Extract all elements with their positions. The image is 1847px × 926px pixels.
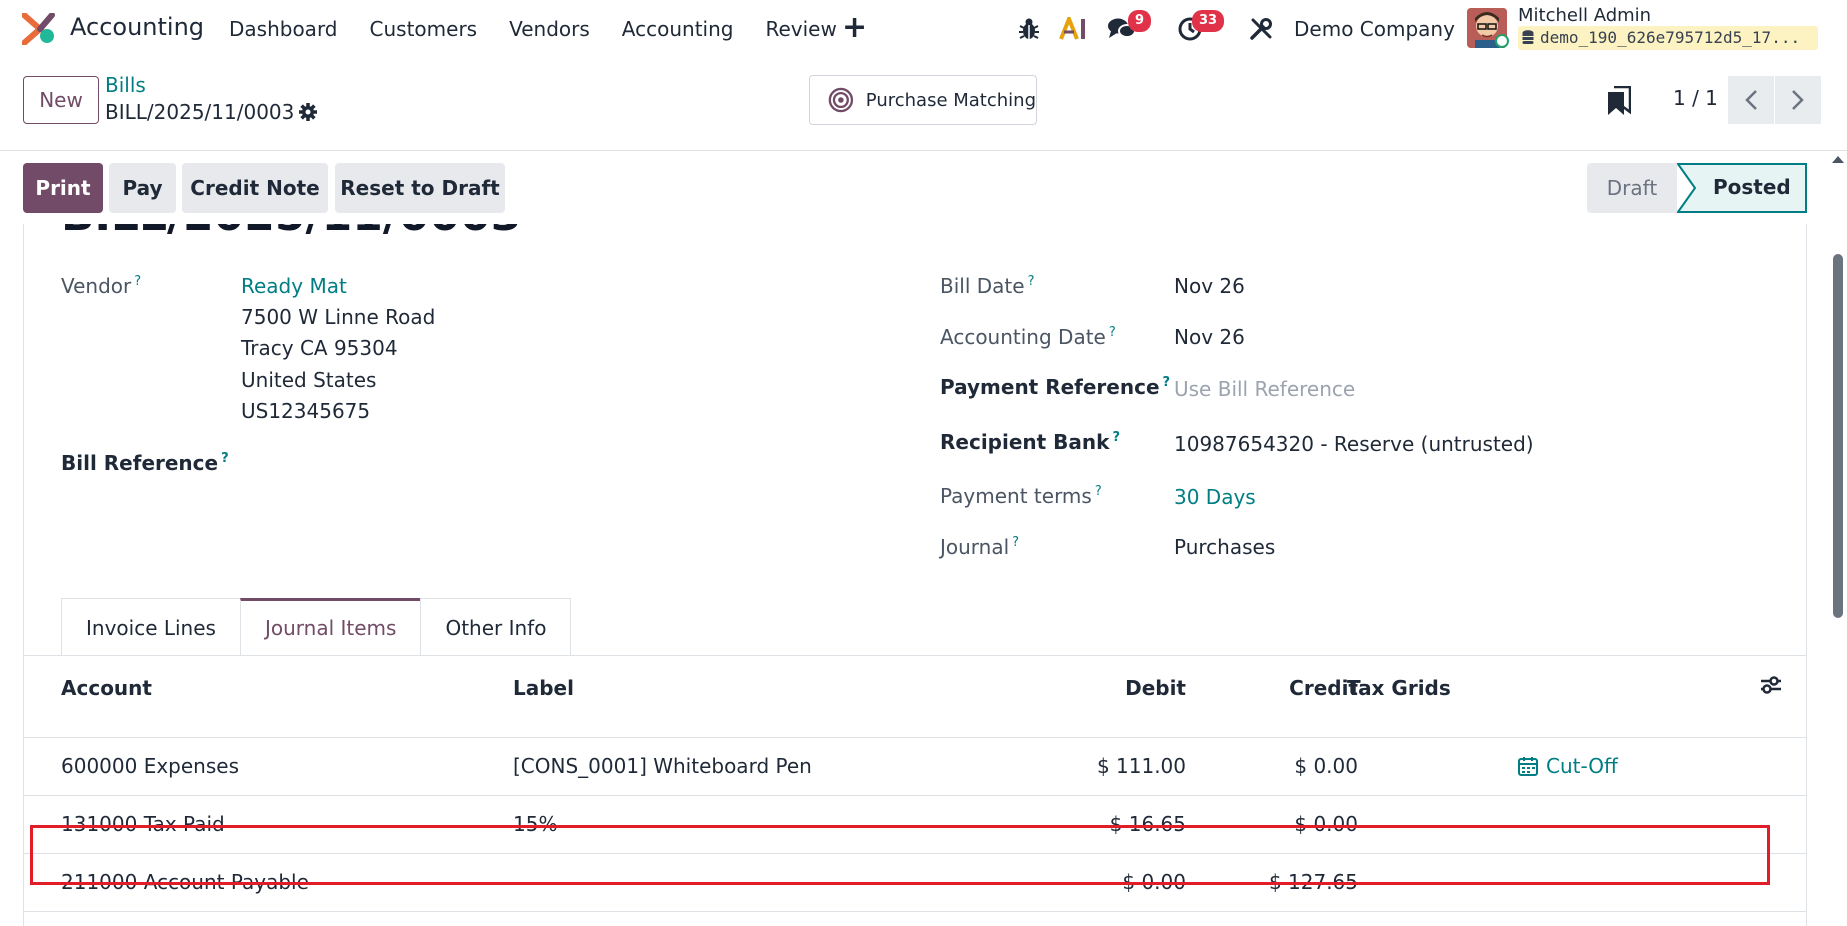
help-icon[interactable]: ?	[1012, 535, 1019, 550]
accounting-date-label: Accounting Date?	[940, 325, 1116, 349]
chevron-left-icon	[1745, 90, 1757, 110]
table-header-row	[24, 655, 1806, 738]
tools-icon[interactable]	[1247, 14, 1275, 44]
bill-reference-label: Bill Reference?	[61, 451, 229, 475]
user-name[interactable]: Mitchell Admin	[1518, 5, 1651, 26]
payment-terms-field[interactable]: 30 Days	[1174, 485, 1256, 509]
journal-field[interactable]: Purchases	[1174, 535, 1275, 559]
help-icon[interactable]: ?	[1112, 430, 1120, 445]
purchase-matching-button[interactable]: Purchase Matching	[809, 75, 1037, 125]
cell-label: [CONS_0001] Whiteboard Pen	[513, 754, 812, 778]
help-icon[interactable]: ?	[134, 274, 141, 289]
bug-icon[interactable]	[1016, 14, 1042, 44]
database-icon	[1522, 30, 1534, 44]
menu-vendors[interactable]: Vendors	[509, 17, 590, 41]
help-icon[interactable]: ?	[1095, 484, 1102, 499]
record-title: BILL/2025/11/0003	[61, 224, 521, 241]
new-button[interactable]: New	[23, 76, 99, 124]
print-button[interactable]: Print	[23, 163, 103, 213]
calendar-icon	[1518, 757, 1538, 776]
vendor-address-line: 7500 W Linne Road	[241, 305, 436, 329]
recipient-bank-field[interactable]: 10987654320 - Reserve (untrusted)	[1174, 432, 1534, 456]
chevron-right-icon	[1792, 90, 1804, 110]
menu-customers[interactable]: Customers	[370, 17, 478, 41]
vendor-address-line: Tracy CA 95304	[241, 336, 398, 360]
cell-debit: $ 111.00	[1096, 754, 1186, 778]
top-navbar: Accounting Dashboard Customers Vendors A…	[0, 0, 1847, 58]
tab-other-info[interactable]: Other Info	[420, 598, 572, 656]
highlight-box	[30, 825, 1770, 885]
form-statusbar: Print Pay Credit Note Reset to Draft Dra…	[0, 151, 1847, 224]
accounting-app-icon[interactable]	[22, 13, 56, 45]
credit-note-button[interactable]: Credit Note	[182, 163, 328, 213]
help-icon[interactable]: ?	[1109, 325, 1116, 340]
cut-off-label: Cut-Off	[1546, 754, 1618, 778]
menu-accounting[interactable]: Accounting	[622, 17, 734, 41]
bookmark-icon[interactable]	[1607, 86, 1631, 116]
pay-button[interactable]: Pay	[109, 163, 176, 213]
activities-badge: 33	[1192, 10, 1225, 32]
purchase-matching-label: Purchase Matching	[865, 89, 1036, 111]
pager-next-button[interactable]	[1775, 76, 1821, 124]
menu-review[interactable]: Review	[765, 17, 836, 41]
cell-account: 600000 Expenses	[61, 754, 239, 778]
help-icon[interactable]: ?	[1163, 375, 1171, 390]
payment-terms-label: Payment terms?	[940, 484, 1102, 508]
status-draft[interactable]: Draft	[1587, 163, 1677, 213]
main-menu: Dashboard Customers Vendors Accounting R…	[229, 17, 869, 41]
breadcrumb-bills[interactable]: Bills	[105, 73, 146, 97]
pager-previous-button[interactable]	[1728, 76, 1774, 124]
help-icon[interactable]: ?	[221, 451, 229, 466]
company-switcher[interactable]: Demo Company	[1294, 17, 1455, 41]
plus-icon[interactable]: +	[842, 10, 867, 45]
pager-value[interactable]: 1 / 1	[1673, 86, 1718, 110]
app-name[interactable]: Accounting	[70, 13, 204, 41]
status-posted-label: Posted	[1713, 175, 1791, 199]
control-panel: New Bills BILL/2025/11/0003 Purchase Mat…	[0, 58, 1847, 151]
help-icon[interactable]: ?	[1028, 274, 1035, 289]
bill-reference-input[interactable]	[241, 446, 841, 480]
cut-off-button[interactable]: Cut-Off	[1518, 754, 1618, 778]
payment-reference-label: Payment Reference?	[940, 375, 1171, 399]
status-posted[interactable]: Posted	[1677, 163, 1808, 213]
scroll-up-icon[interactable]	[1832, 156, 1844, 163]
reset-to-draft-button[interactable]: Reset to Draft	[335, 163, 505, 213]
accounting-date-field[interactable]: Nov 26	[1174, 325, 1245, 349]
main-scrollbar-thumb[interactable]	[1833, 254, 1843, 618]
vendor-address-line: United States	[241, 368, 377, 392]
database-chip[interactable]: demo_190_626e795712d5_17...	[1518, 26, 1818, 50]
vendor-vat: US12345675	[241, 399, 371, 423]
messages-badge: 9	[1128, 10, 1152, 32]
bill-date-field[interactable]: Nov 26	[1174, 274, 1245, 298]
menu-dashboard[interactable]: Dashboard	[229, 17, 338, 41]
ai-icon[interactable]	[1059, 14, 1089, 44]
vendor-name[interactable]: Ready Mat	[241, 274, 347, 298]
bill-date-label: Bill Date?	[940, 274, 1035, 298]
tab-invoice-lines[interactable]: Invoice Lines	[61, 598, 241, 656]
table-row[interactable]: 600000 Expenses [CONS_0001] Whiteboard P…	[24, 738, 1806, 796]
gear-icon[interactable]	[298, 102, 318, 122]
recipient-bank-label: Recipient Bank?	[940, 430, 1120, 454]
notebook-tabs: Invoice Lines Journal Items Other Info	[61, 598, 572, 656]
database-name: demo_190_626e795712d5_17...	[1540, 28, 1801, 47]
online-status-icon	[1495, 34, 1509, 48]
journal-label: Journal?	[940, 535, 1020, 559]
cell-credit: $ 0.00	[1294, 754, 1358, 778]
payment-reference-input[interactable]: Use Bill Reference	[1174, 377, 1355, 401]
breadcrumb-current-record: BILL/2025/11/0003	[105, 100, 295, 124]
tab-journal-items[interactable]: Journal Items	[239, 598, 422, 656]
form-sheet: BILL/2025/11/0003 Vendor? Ready Mat 7500…	[23, 224, 1807, 926]
target-icon	[828, 87, 854, 113]
vendor-label: Vendor?	[61, 274, 142, 298]
